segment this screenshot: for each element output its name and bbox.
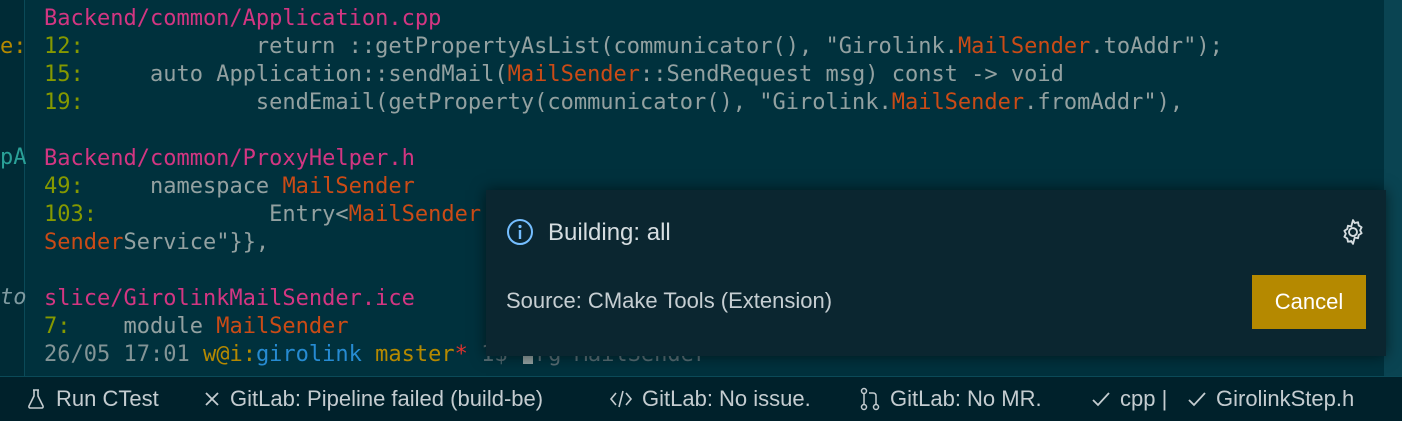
close-icon xyxy=(205,392,219,406)
gutter-fragment: e: xyxy=(0,34,27,59)
check-icon xyxy=(1092,392,1110,407)
code-icon xyxy=(609,390,633,408)
check-icon xyxy=(1188,392,1206,407)
result-line: 15: auto Application::sendMail(MailSende… xyxy=(44,62,1064,87)
gitlab-pipeline-status[interactable]: GitLab: Pipeline failed (build-be) xyxy=(202,377,543,421)
gitlab-mr-status[interactable]: GitLab: No MR. xyxy=(858,377,1042,421)
status-item-label: GitLab: No issue. xyxy=(642,386,811,411)
gutter-fragment: pA xyxy=(0,145,27,170)
run-ctest-button[interactable]: Run CTest xyxy=(24,377,159,421)
status-item-label: Run CTest xyxy=(56,386,159,411)
status-bar: Run CTest GitLab: Pipeline failed (build… xyxy=(0,376,1402,421)
gutter-fragment: to xyxy=(0,285,27,310)
result-file-header: slice/GirolinkMailSender.ice xyxy=(44,286,415,311)
notification-message: Building: all xyxy=(548,219,671,246)
result-line: 12: return ::getPropertyAsList(communica… xyxy=(44,34,1223,59)
result-file-header: Backend/common/Application.cpp xyxy=(44,6,442,31)
language-status-cpp[interactable]: cpp | xyxy=(1090,377,1167,421)
git-merge-icon xyxy=(860,387,880,411)
status-item-label: GitLab: No MR. xyxy=(890,386,1042,411)
gitlab-issue-status[interactable]: GitLab: No issue. xyxy=(608,377,811,421)
status-item-label: GirolinkStep.h xyxy=(1216,386,1355,411)
editor-gutter: e: pA to xyxy=(0,0,27,376)
result-line-wrap: SenderService"}}, xyxy=(44,230,270,255)
result-line: 49: namespace MailSender xyxy=(44,174,415,199)
result-line: 19: sendEmail(getProperty(communicator()… xyxy=(44,90,1184,115)
status-item-label: cpp | xyxy=(1120,386,1168,411)
info-icon xyxy=(506,218,534,246)
flask-icon xyxy=(28,389,44,409)
notification-source: Source: CMake Tools (Extension) xyxy=(506,288,833,313)
notification-toast: Building: all Source: CMake Tools (Exten… xyxy=(486,190,1386,356)
gear-icon[interactable] xyxy=(1338,217,1368,247)
terminal-scrollbar[interactable] xyxy=(1384,0,1402,376)
result-line: 7: module MailSender xyxy=(44,314,349,339)
result-line: 103: Entry<MailSender xyxy=(44,202,482,227)
file-status-girolinkstep[interactable]: GirolinkStep.h xyxy=(1186,377,1354,421)
result-file-header: Backend/common/ProxyHelper.h xyxy=(44,146,415,171)
status-item-label: GitLab: Pipeline failed (build-be) xyxy=(230,386,544,411)
cancel-button[interactable]: Cancel xyxy=(1252,275,1366,329)
